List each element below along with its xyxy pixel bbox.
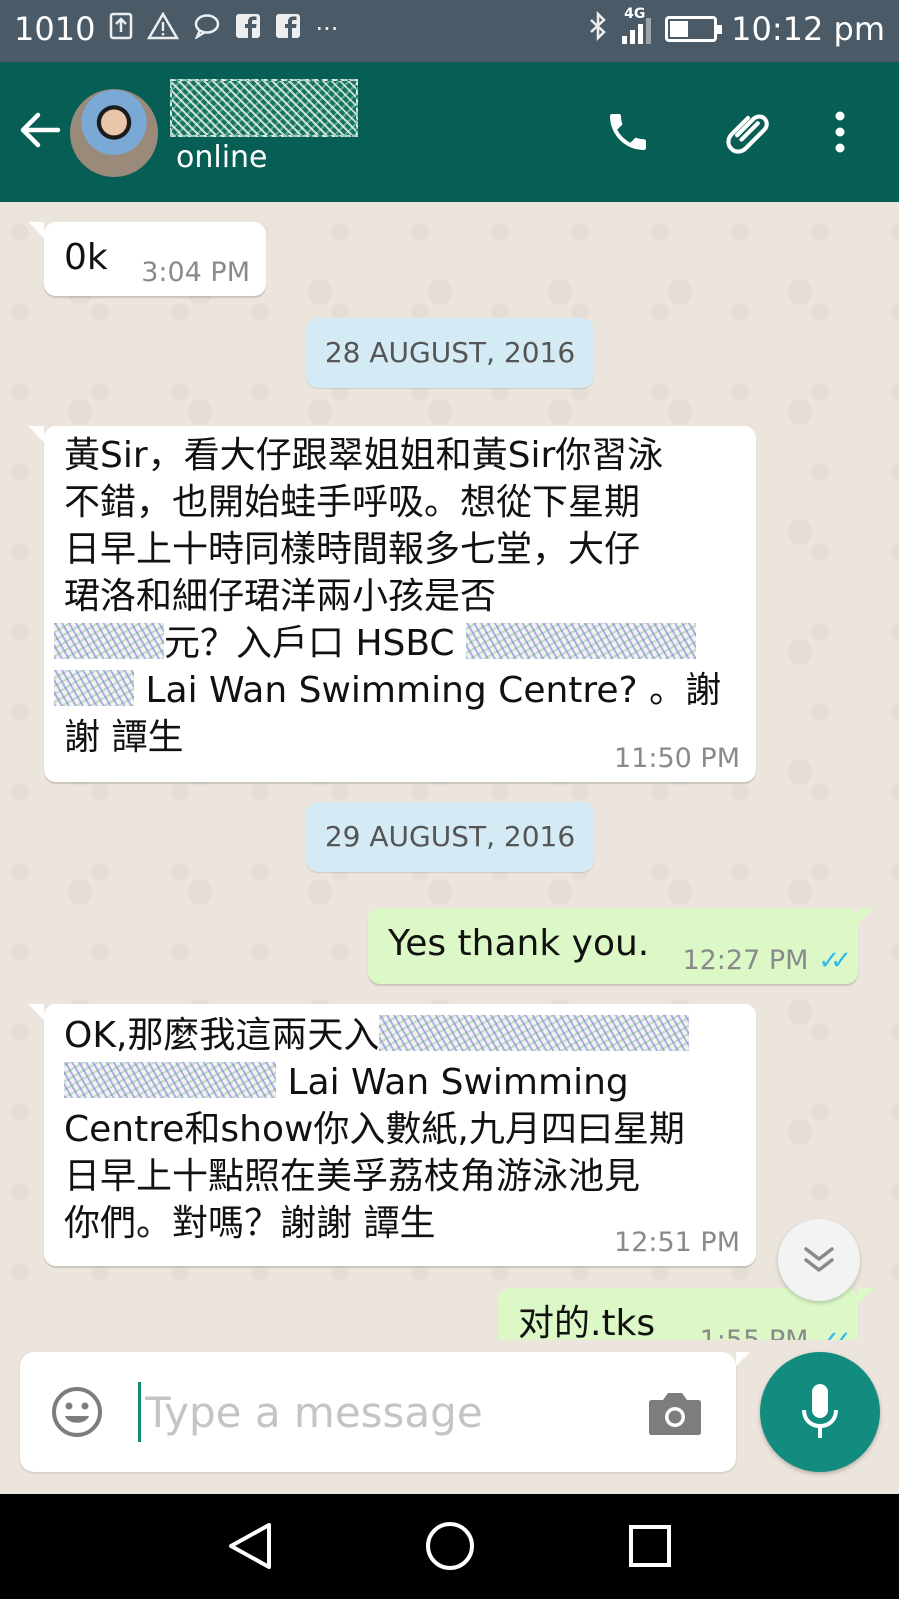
message-text: 对的.tks (518, 1303, 656, 1340)
message-line: 元？入戶口 HSBC (164, 623, 455, 664)
message-composer (20, 1352, 750, 1472)
message-time-value: 1:55 PM (700, 1325, 809, 1340)
message-line: 珺洛和細仔珺洋兩小孩是否 (64, 576, 497, 617)
redacted-account (64, 1062, 276, 1098)
message-line: Lai Wan Swimming (287, 1062, 629, 1103)
redacted-account (466, 623, 697, 659)
date-divider: 28 AUGUST, 2016 (306, 318, 594, 388)
message-line: Lai Wan Swimming Centre? 。謝 (145, 670, 722, 711)
message-line: OK,那麼我這兩天入 (64, 1015, 380, 1056)
more-icon: ··· (315, 15, 339, 43)
message-incoming[interactable]: 0k 3:04 PM (28, 222, 266, 296)
message-list[interactable]: 0k 3:04 PM 28 AUGUST, 2016 黃Sir，看大仔跟翠姐姐和… (0, 202, 899, 1340)
message-time: 1:55 PM ✓✓ (700, 1325, 852, 1340)
camera-icon[interactable] (648, 1390, 702, 1436)
message-outgoing[interactable]: Yes thank you. 12:27 PM ✓✓ (368, 908, 874, 984)
message-line-with-redaction: OK,那麼我這兩天入 (64, 1012, 690, 1059)
message-text: 黃Sir，看大仔跟翠姐姐和黃Sir你習泳 不錯，也開始蛙手呼吸。想從下星期 日早… (54, 432, 722, 761)
message-text: Yes thank you. (388, 923, 650, 964)
emoji-icon[interactable] (50, 1385, 104, 1439)
bluetooth-icon (588, 10, 608, 47)
back-arrow-icon[interactable] (18, 110, 62, 150)
redacted-account (379, 1015, 690, 1051)
status-bar: 1010 ··· 4G 10:12 pm (0, 0, 899, 62)
message-text: 0k (64, 237, 108, 278)
paperclip-icon[interactable] (720, 104, 776, 160)
phone-icon[interactable] (600, 104, 656, 160)
message-line: 不錯，也開始蛙手呼吸。想從下星期 (64, 482, 641, 523)
scroll-to-bottom-button[interactable] (778, 1219, 860, 1301)
message-text: OK,那麼我這兩天入 Lai Wan Swimming Centre和show你… (64, 1012, 690, 1247)
facebook-icon (235, 13, 261, 45)
nav-back-icon[interactable] (220, 1516, 280, 1576)
message-time: 3:04 PM (141, 257, 250, 288)
message-line-with-redaction: Lai Wan Swimming (64, 1059, 689, 1106)
warning-icon (147, 11, 180, 46)
signal-icon: 4G (622, 6, 652, 44)
message-line: 日早上十點照在美孚荔枝角游泳池見 (64, 1156, 641, 1197)
status-bar-right: 4G 10:12 pm (588, 6, 885, 48)
read-receipt-icon: ✓✓ (818, 1326, 851, 1340)
message-line: 你們。對嗎？謝謝 譚生 (64, 1203, 436, 1244)
message-time: 12:27 PM ✓✓ (682, 945, 851, 976)
overflow-menu-icon[interactable] (812, 104, 868, 160)
chat-header: online (0, 62, 899, 202)
chat-bubble-icon (193, 13, 221, 45)
message-line-with-redaction: Lai Wan Swimming Centre? 。謝 (54, 667, 722, 714)
notification-count: 1010 (14, 10, 96, 48)
network-type: 4G (624, 6, 646, 22)
date-divider: 29 AUGUST, 2016 (306, 802, 594, 872)
battery-icon (665, 16, 723, 42)
microphone-icon (802, 1384, 838, 1438)
contact-name-redacted[interactable] (170, 79, 358, 137)
redacted-amount (54, 623, 164, 659)
contact-status: online (176, 140, 268, 175)
message-time-value: 12:27 PM (682, 945, 809, 976)
microphone-button[interactable] (760, 1352, 880, 1472)
nav-recents-icon[interactable] (620, 1516, 680, 1576)
redacted-account (54, 670, 134, 706)
status-bar-left: 1010 ··· (14, 10, 338, 48)
nav-home-icon[interactable] (420, 1516, 480, 1576)
upload-icon (109, 12, 133, 46)
facebook-icon (275, 13, 301, 45)
message-time: 11:50 PM (614, 743, 740, 774)
system-navigation-bar (0, 1494, 899, 1599)
message-line: 日早上十時同樣時間報多七堂，大仔 (64, 529, 641, 570)
message-line: 黃Sir，看大仔跟翠姐姐和黃Sir你習泳 (64, 435, 664, 476)
message-line: Centre和show你入數紙,九月四曰星期 (64, 1109, 685, 1150)
read-receipt-icon: ✓✓ (818, 946, 851, 976)
clock: 10:12 pm (731, 10, 885, 48)
message-input[interactable] (138, 1382, 638, 1442)
avatar[interactable] (70, 89, 158, 177)
message-incoming[interactable]: 黃Sir，看大仔跟翠姐姐和黃Sir你習泳 不錯，也開始蛙手呼吸。想從下星期 日早… (28, 426, 756, 782)
message-incoming[interactable]: OK,那麼我這兩天入 Lai Wan Swimming Centre和show你… (28, 1004, 756, 1266)
double-chevron-down-icon (804, 1247, 834, 1272)
message-line-with-redaction: 元？入戶口 HSBC (54, 620, 721, 667)
message-time: 12:51 PM (614, 1227, 740, 1258)
